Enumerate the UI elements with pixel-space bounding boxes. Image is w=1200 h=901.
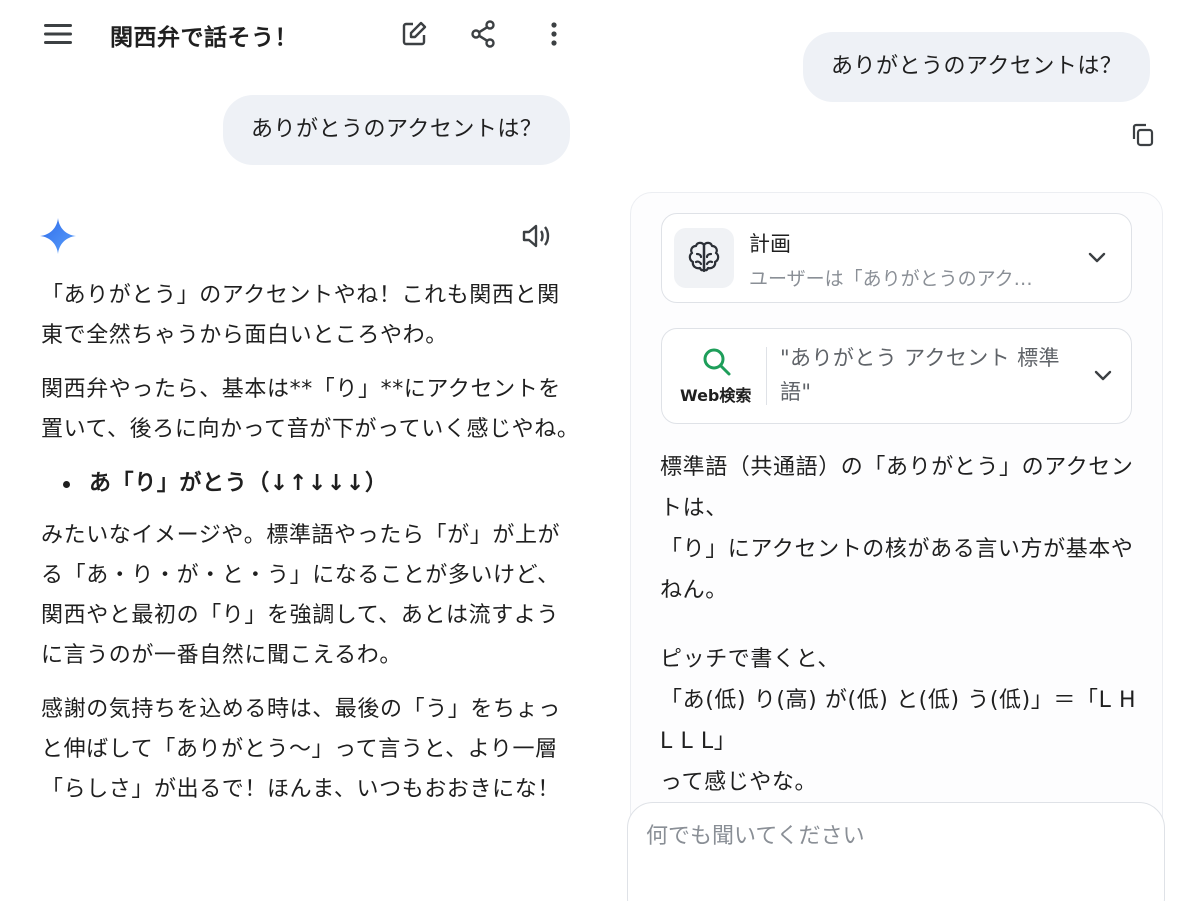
gemini-sparkle-icon xyxy=(40,218,76,258)
answer-line: 標準語（共通語）の「ありがとう」のアクセントは、 xyxy=(660,455,1134,521)
user-message-bubble: ありがとうのアクセントは？ xyxy=(803,32,1151,102)
answer-paragraph: みたいなイメージや。標準語やったら「が」が上がる「あ・り・が・と・う」になること… xyxy=(41,523,561,668)
answer-line: ピッチで書くと、 xyxy=(660,647,840,672)
prompt-input-box xyxy=(627,802,1165,901)
plan-step[interactable]: 計画 ユーザーは「ありがとうのアク… xyxy=(661,213,1132,303)
answer-paragraph: 関西弁やったら、基本は**「り」**にアクセントを置いて、後ろに向かって音が下が… xyxy=(41,377,580,442)
chevron-down-icon[interactable] xyxy=(1091,364,1115,388)
edit-icon[interactable] xyxy=(396,16,432,52)
copy-icon[interactable] xyxy=(1130,122,1156,152)
page-title: 関西弁で話そう！ xyxy=(110,25,298,51)
web-search-query: "ありがとう アクセント 標準語" xyxy=(780,346,1060,404)
speaker-icon[interactable] xyxy=(520,220,552,256)
web-search-step[interactable]: Web検索 "ありがとう アクセント 標準語" xyxy=(661,328,1132,424)
right-chat-pane: ありがとうのアクセントは？ 計画 ユーザーは「ありがとうのアク… Web検索 "… xyxy=(600,0,1200,901)
prompt-input[interactable] xyxy=(644,817,1128,855)
answer-list: あ「り」がとう（↓↑↓↓↓） xyxy=(41,464,581,504)
answer-line: 「り」にアクセントの核がある言い方が基本やねん。 xyxy=(660,537,1134,603)
web-search-label: Web検索 xyxy=(680,386,752,405)
plan-subtitle: ユーザーは「ありがとうのアク… xyxy=(749,268,1033,290)
model-answer: 「ありがとう」のアクセントやね！これも関西と関東で全然ちゃうから面白いところやわ… xyxy=(41,276,581,824)
answer-line: って感じやな。 xyxy=(660,770,818,795)
chevron-down-icon[interactable] xyxy=(1085,246,1109,270)
menu-icon[interactable] xyxy=(40,16,76,52)
answer-paragraph: 感謝の気持ちを込める時は、最後の「う」をちょっと伸ばして「ありがとう〜」って言う… xyxy=(41,697,561,802)
answer-paragraph: 「ありがとう」のアクセントやね！これも関西と関東で全然ちゃうから面白いところやわ… xyxy=(41,283,560,348)
plan-title: 計画 xyxy=(749,232,791,256)
more-vert-icon[interactable] xyxy=(536,16,572,52)
user-message-bubble: ありがとうのアクセントは？ xyxy=(223,95,571,165)
app-header: 関西弁で話そう！ xyxy=(0,0,600,70)
divider xyxy=(766,347,767,405)
answer-line: 「あ(低) り(高) が(低) と(低) う(低)」＝「L H L L L」 xyxy=(660,688,1137,754)
left-chat-pane: 関西弁で話そう！ ありがとうのアクセントは？ 「ありがとう」のアクセントやね！こ… xyxy=(0,0,600,901)
share-icon[interactable] xyxy=(465,16,501,52)
model-answer: 標準語（共通語）の「ありがとう」のアクセントは、 「り」にアクセントの核がある言… xyxy=(660,447,1140,803)
list-item: あ「り」がとう（↓↑↓↓↓） xyxy=(41,464,581,504)
search-icon xyxy=(702,347,732,381)
brain-icon xyxy=(674,228,734,288)
